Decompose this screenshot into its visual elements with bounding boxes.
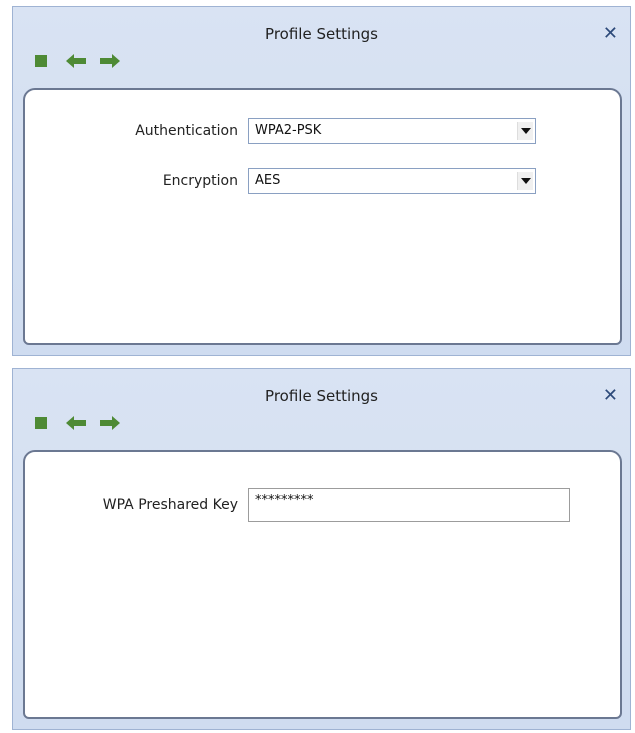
preshared-key-value: ********* — [255, 493, 314, 508]
preshared-key-label: WPA Preshared Key — [102, 497, 238, 513]
toolbar — [33, 52, 173, 72]
stop-icon[interactable] — [33, 414, 55, 434]
authentication-select[interactable]: WPA2-PSK — [248, 118, 536, 144]
encryption-row: Encryption AES — [25, 166, 620, 196]
profile-settings-panel-authentication: Profile Settings ✕ Authentication WPA2-P… — [12, 6, 631, 356]
arrow-right-icon[interactable] — [99, 52, 121, 72]
arrow-left-icon[interactable] — [65, 414, 87, 434]
preshared-key-input[interactable]: ********* — [248, 488, 570, 522]
profile-settings-panel-preshared-key: Profile Settings ✕ WPA Preshared Key ***… — [12, 368, 631, 730]
stop-icon[interactable] — [33, 52, 55, 72]
encryption-select[interactable]: AES — [248, 168, 536, 194]
chevron-down-icon[interactable] — [517, 172, 533, 190]
authentication-value: WPA2-PSK — [255, 123, 322, 138]
settings-area: WPA Preshared Key ********* — [23, 450, 622, 719]
arrow-right-icon[interactable] — [99, 414, 121, 434]
arrow-left-icon[interactable] — [65, 52, 87, 72]
settings-area: Authentication WPA2-PSK Encryption AES — [23, 88, 622, 345]
panel-title: Profile Settings — [265, 387, 378, 405]
authentication-label: Authentication — [135, 123, 238, 139]
chevron-down-icon[interactable] — [517, 122, 533, 140]
toolbar — [33, 414, 173, 434]
authentication-row: Authentication WPA2-PSK — [25, 116, 620, 146]
close-icon[interactable]: ✕ — [603, 387, 618, 405]
close-icon[interactable]: ✕ — [603, 25, 618, 43]
encryption-label: Encryption — [162, 173, 238, 189]
encryption-value: AES — [255, 173, 281, 188]
panel-title: Profile Settings — [265, 25, 378, 43]
preshared-key-row: WPA Preshared Key ********* — [25, 488, 620, 522]
